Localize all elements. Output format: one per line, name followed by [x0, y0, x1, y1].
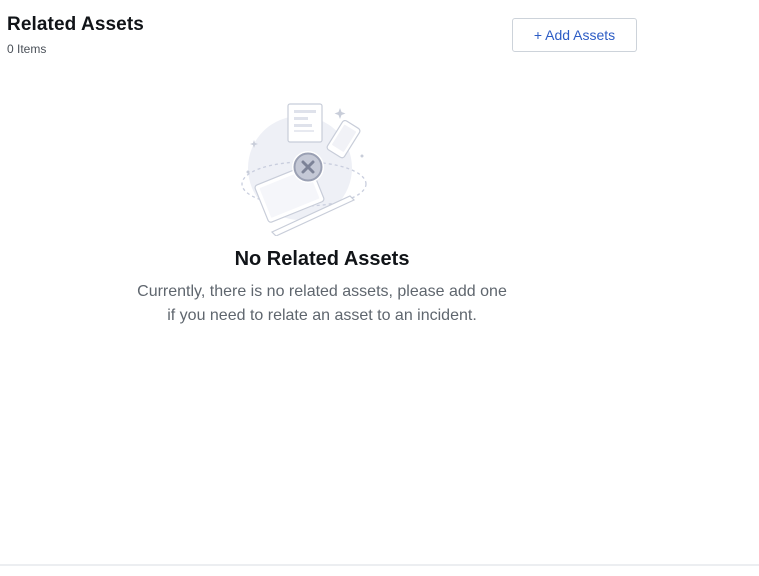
related-assets-panel: Related Assets 0 Items + Add Assets No R…: [0, 0, 759, 576]
empty-state-title: No Related Assets: [234, 248, 410, 270]
items-count: 0 Items: [7, 42, 47, 56]
empty-state-description: Currently, there is no related assets, p…: [137, 283, 507, 324]
empty-assets-illustration-icon: [238, 100, 370, 237]
page-title: Related Assets: [7, 14, 144, 35]
add-assets-button[interactable]: + Add Assets: [512, 18, 637, 52]
panel-bottom-divider: [0, 564, 759, 566]
